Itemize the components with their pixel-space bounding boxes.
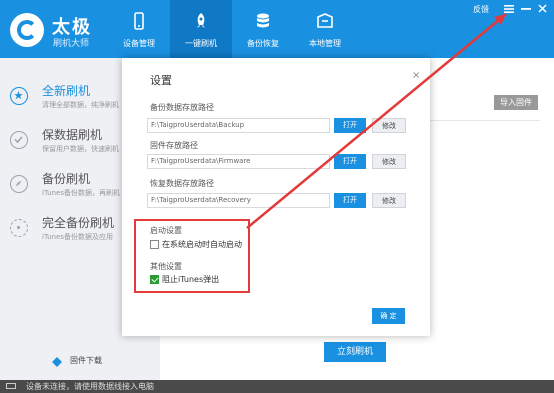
firmware-open-button[interactable]: 打开 [334,154,366,169]
logo-subtitle: 刷机大师 [53,39,90,49]
tab-local-manage[interactable]: 本地管理 [294,0,356,58]
refresh-icon [10,219,28,237]
recovery-path-label: 恢复数据存放路径 [150,179,214,188]
phone-icon [134,12,144,30]
backup-path-label: 备份数据存放路径 [150,103,214,112]
settings-dialog: 设置 × 备份数据存放路径 F:\TaigproUserdata\Backup … [122,58,430,336]
connection-icon [6,383,16,389]
backup-modify-button[interactable]: 修改 [372,118,406,133]
tab-one-click-flash[interactable]: 一键刷机 [170,0,232,58]
tab-backup-restore[interactable]: 备份恢复 [232,0,294,58]
flash-now-button[interactable]: 立刻刷机 [324,342,386,362]
sidebar-item-desc: iTunes备份数据，再刷机 [42,189,120,197]
highlight-box [134,219,250,293]
logo-icon [10,13,44,47]
cube-icon [52,357,62,367]
box-icon [317,13,333,28]
star-icon [10,87,28,105]
sidebar-item-desc: 清理全部数据，纯净刷机 [42,101,119,109]
status-bar: 设备未连接，请使用数据线接入电脑 [0,380,554,393]
rocket-icon [197,13,205,28]
firmware-download-link[interactable]: 固件下载 [0,353,160,373]
sidebar-item-title: 全新刷机 [42,84,91,98]
sidebar-item-title: 备份刷机 [42,172,91,186]
recovery-path-field[interactable]: F:\TaigproUserdata\Recovery [147,193,330,208]
recovery-open-button[interactable]: 打开 [334,193,366,208]
sidebar-item-desc: 保留用户数据，快速刷机 [42,145,119,153]
database-icon [257,13,269,28]
check-icon [10,131,28,149]
firmware-path-field[interactable]: F:\TaigproUserdata\Firmware [147,154,330,169]
backup-open-button[interactable]: 打开 [334,118,366,133]
sidebar-item-title: 保数据刷机 [42,128,103,142]
backup-path-field[interactable]: F:\TaigproUserdata\Backup [147,118,330,133]
sidebar-item-desc: iTunes备份数据及应用 [42,233,113,241]
tab-label: 一键刷机 [185,39,217,48]
compass-icon [10,175,28,193]
menu-icon[interactable] [504,5,514,13]
firmware-modify-button[interactable]: 修改 [372,154,406,169]
import-firmware-button[interactable]: 导入固件 [494,95,538,110]
firmware-path-label: 固件存放路径 [150,141,198,150]
dialog-title: 设置 [150,74,172,87]
tab-label: 设备管理 [123,39,155,48]
minimize-icon[interactable] [521,8,531,11]
tab-device-manage[interactable]: 设备管理 [108,0,170,58]
top-bar: 太极 刷机大师 设备管理 一键刷机 备份恢复 本地管理 反馈 [0,0,554,58]
recovery-modify-button[interactable]: 修改 [372,193,406,208]
firmware-download-label: 固件下载 [70,356,102,365]
dialog-close-icon[interactable]: × [412,70,420,81]
tab-label: 本地管理 [309,39,341,48]
feedback-link[interactable]: 反馈 [473,4,489,15]
close-icon[interactable] [538,4,547,13]
ok-button[interactable]: 确 定 [372,308,405,324]
tab-label: 备份恢复 [247,39,279,48]
status-text: 设备未连接，请使用数据线接入电脑 [26,382,154,391]
sidebar-item-title: 完全备份刷机 [42,216,115,230]
